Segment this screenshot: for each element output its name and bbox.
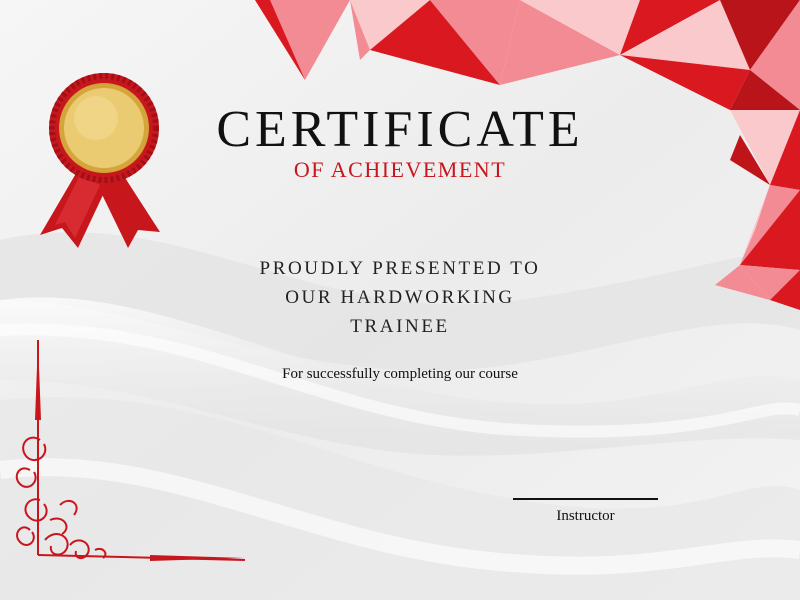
signature-label: Instructor: [556, 508, 615, 524]
certificate-title: CERTIFICATE: [216, 101, 584, 158]
completion-reason: For successfully completing our course: [282, 366, 518, 382]
certificate-canvas: CERTIFICATE OF ACHIEVEMENT PROUDLY PRESE…: [0, 0, 800, 600]
presented-to-text: PROUDLY PRESENTED TO OUR HARDWORKING TRA…: [220, 254, 580, 341]
presented-line-3: TRAINEE: [350, 316, 450, 337]
presented-line-2: OUR HARDWORKING: [285, 287, 515, 308]
certificate-subtitle: OF ACHIEVEMENT: [293, 157, 507, 182]
signature-line: [513, 498, 658, 500]
presented-line-1: PROUDLY PRESENTED TO: [259, 258, 541, 279]
